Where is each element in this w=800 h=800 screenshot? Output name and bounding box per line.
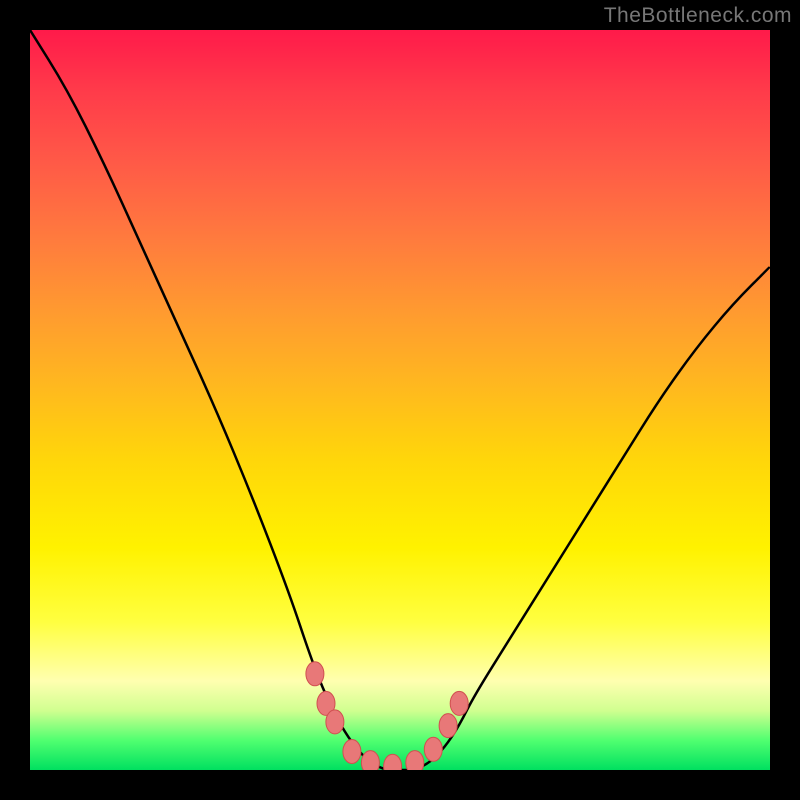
marker-point: [326, 710, 344, 734]
marker-point: [450, 691, 468, 715]
curve-path: [30, 30, 770, 770]
marker-point: [424, 737, 442, 761]
marker-point: [384, 754, 402, 770]
chart-frame: TheBottleneck.com: [0, 0, 800, 800]
marker-point: [343, 740, 361, 764]
marker-point: [361, 751, 379, 770]
bottleneck-curve: [30, 30, 770, 770]
watermark-text: TheBottleneck.com: [604, 4, 792, 28]
marker-point: [406, 751, 424, 770]
chart-plot-area: [30, 30, 770, 770]
marker-point: [439, 714, 457, 738]
marker-point: [306, 662, 324, 686]
highlighted-markers: [306, 662, 468, 770]
